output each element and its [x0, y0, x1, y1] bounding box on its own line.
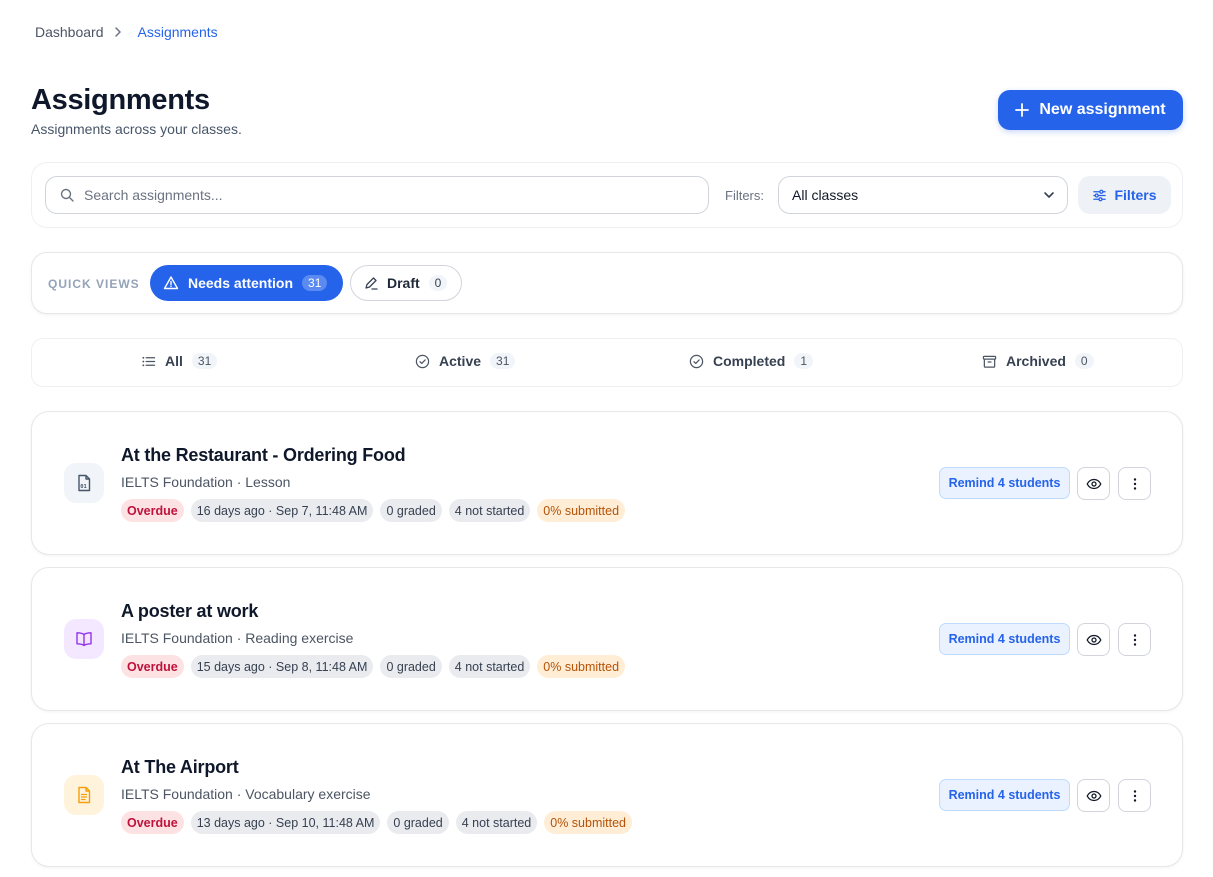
graded-chip: 0 graded: [380, 655, 442, 678]
overdue-badge: Overdue: [121, 655, 184, 678]
remind-students-button[interactable]: Remind 4 students: [939, 779, 1070, 811]
tab-all[interactable]: All 31: [141, 353, 218, 369]
page-title: Assignments: [31, 84, 210, 116]
quick-views-label: QUICK VIEWS: [48, 277, 140, 291]
search-filter-bar: Filters: All classes Filters: [31, 162, 1183, 228]
quick-views: QUICK VIEWS Needs attention 31 Draft 0: [31, 252, 1183, 314]
graded-chip: 0 graded: [380, 499, 442, 522]
filters-button[interactable]: Filters: [1078, 176, 1171, 214]
check-circle-icon: [415, 354, 430, 369]
graded-chip: 0 graded: [387, 811, 449, 834]
more-options-button[interactable]: [1118, 623, 1151, 656]
remind-students-button[interactable]: Remind 4 students: [939, 467, 1070, 499]
tab-label: Active: [439, 353, 482, 369]
tab-active[interactable]: Active 31: [415, 353, 516, 369]
sliders-icon: [1092, 188, 1107, 203]
pencil-icon: [363, 275, 379, 291]
count-badge: 31: [490, 353, 516, 369]
search-input[interactable]: [84, 187, 664, 203]
remind-students-button[interactable]: Remind 4 students: [939, 623, 1070, 655]
breadcrumb: Dashboard Assignments: [35, 24, 218, 40]
submitted-chip: 0% submitted: [544, 811, 632, 834]
check-circle-icon: [689, 354, 704, 369]
assignment-meta: IELTS Foundation · Reading exercise: [121, 630, 354, 646]
archive-icon: [982, 354, 997, 369]
search-box: [45, 176, 709, 214]
due-date-chip: 13 days ago · Sep 10, 11:48 AM: [190, 811, 381, 834]
assignment-title[interactable]: At The Airport: [121, 757, 239, 778]
count-badge: 1: [794, 353, 814, 369]
tab-completed[interactable]: Completed 1: [689, 353, 814, 369]
more-vertical-icon: [1127, 788, 1143, 804]
not-started-chip: 4 not started: [455, 811, 538, 834]
submitted-chip: 0% submitted: [537, 499, 626, 522]
count-badge: 0: [428, 275, 448, 291]
quick-view-needs-attention[interactable]: Needs attention 31: [150, 265, 343, 301]
eye-icon: [1086, 632, 1102, 648]
status-tabs: All 31 Active 31 Completed 1 Archived 0: [31, 338, 1183, 387]
alert-triangle-icon: [163, 275, 179, 291]
more-vertical-icon: [1127, 632, 1143, 648]
overdue-badge: Overdue: [121, 499, 184, 522]
assignment-meta: IELTS Foundation · Vocabulary exercise: [121, 786, 371, 802]
chevron-right-icon: [112, 26, 124, 38]
view-button[interactable]: [1077, 779, 1110, 812]
assignment-card[interactable]: At The Airport IELTS Foundation · Vocabu…: [31, 723, 1183, 867]
tab-label: All: [165, 353, 183, 369]
tab-label: Archived: [1006, 353, 1066, 369]
view-button[interactable]: [1077, 467, 1110, 500]
tab-label: Completed: [713, 353, 786, 369]
view-button[interactable]: [1077, 623, 1110, 656]
breadcrumb-current: Assignments: [137, 24, 218, 40]
filters-button-label: Filters: [1114, 187, 1157, 203]
filters-label: Filters:: [725, 188, 764, 203]
count-badge: 31: [191, 353, 218, 369]
document-icon: [64, 775, 104, 815]
due-date-chip: 16 days ago · Sep 7, 11:48 AM: [190, 499, 374, 522]
class-select-value: All classes: [792, 187, 859, 203]
quick-view-label: Needs attention: [188, 275, 294, 291]
search-icon: [60, 188, 74, 202]
plus-icon: [1015, 103, 1030, 117]
more-vertical-icon: [1127, 476, 1143, 492]
count-badge: 31: [302, 275, 328, 291]
lesson-file-icon: 01: [64, 463, 104, 503]
assignment-status-chips: Overdue 16 days ago · Sep 7, 11:48 AM 0 …: [121, 499, 632, 522]
assignment-status-chips: Overdue 15 days ago · Sep 8, 11:48 AM 0 …: [121, 655, 632, 678]
assignment-status-chips: Overdue 13 days ago · Sep 10, 11:48 AM 0…: [121, 811, 639, 834]
new-assignment-label: New assignment: [1039, 101, 1166, 118]
not-started-chip: 4 not started: [448, 655, 531, 678]
new-assignment-button[interactable]: New assignment: [998, 90, 1183, 130]
breadcrumb-dashboard-link[interactable]: Dashboard: [35, 24, 104, 40]
eye-icon: [1086, 476, 1102, 492]
assignment-title[interactable]: At the Restaurant - Ordering Food: [121, 445, 406, 466]
class-select[interactable]: All classes: [778, 176, 1068, 214]
tab-archived[interactable]: Archived 0: [982, 353, 1094, 369]
assignment-card[interactable]: 01 At the Restaurant - Ordering Food IEL…: [31, 411, 1183, 555]
page-subtitle: Assignments across your classes.: [31, 121, 242, 137]
assignment-title[interactable]: A poster at work: [121, 601, 258, 622]
svg-text:01: 01: [80, 484, 87, 490]
book-open-icon: [64, 619, 104, 659]
due-date-chip: 15 days ago · Sep 8, 11:48 AM: [190, 655, 374, 678]
list-icon: [141, 354, 156, 369]
quick-view-draft[interactable]: Draft 0: [350, 265, 462, 301]
more-options-button[interactable]: [1118, 779, 1151, 812]
submitted-chip: 0% submitted: [537, 655, 626, 678]
eye-icon: [1086, 788, 1102, 804]
not-started-chip: 4 not started: [448, 499, 531, 522]
quick-view-label: Draft: [387, 275, 420, 291]
count-badge: 0: [1074, 353, 1094, 369]
more-options-button[interactable]: [1118, 467, 1151, 500]
assignment-meta: IELTS Foundation · Lesson: [121, 474, 291, 490]
overdue-badge: Overdue: [121, 811, 184, 834]
assignment-card[interactable]: A poster at work IELTS Foundation · Read…: [31, 567, 1183, 711]
chevron-down-icon: [1043, 189, 1055, 201]
